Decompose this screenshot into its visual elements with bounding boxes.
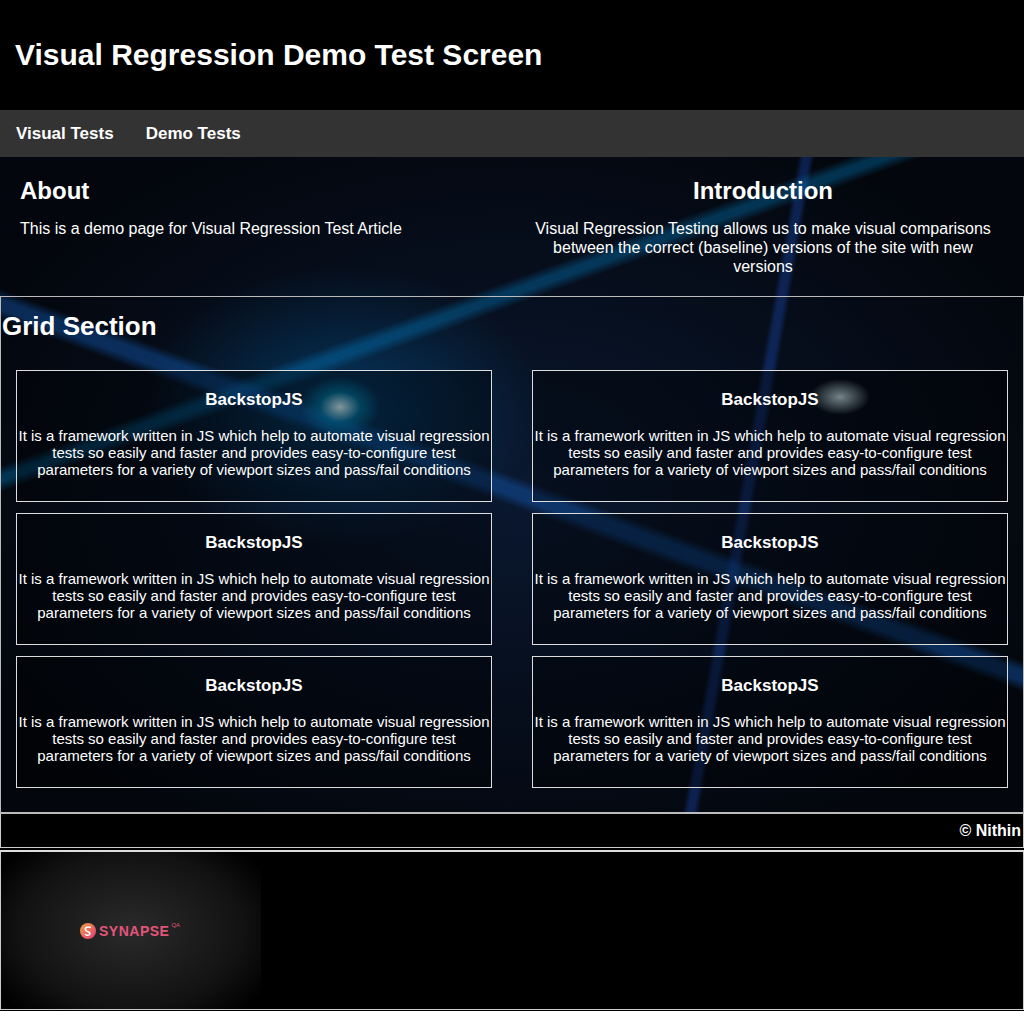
about-section: About This is a demo page for Visual Regr… [20,177,502,296]
card-text: It is a framework written in JS which he… [533,713,1007,764]
page-title: Visual Regression Demo Test Screen [15,38,542,72]
card-text: It is a framework written in JS which he… [17,713,491,764]
nav-bar: Visual Tests Demo Tests [0,110,1024,157]
card: BackstopJS It is a framework written in J… [16,656,492,788]
card-title: BackstopJS [533,532,1007,554]
card-text: It is a framework written in JS which he… [533,427,1007,478]
card: BackstopJS It is a framework written in J… [532,370,1008,502]
background-image: About This is a demo page for Visual Regr… [0,157,1024,814]
logo-suffix: QA [171,922,180,928]
card: BackstopJS It is a framework written in J… [532,656,1008,788]
info-row: About This is a demo page for Visual Regr… [0,157,1024,296]
introduction-title: Introduction [522,177,1004,205]
introduction-text: Visual Regression Testing allows us to m… [522,219,1004,276]
nav-item[interactable]: Visual Tests [16,124,114,144]
card-text: It is a framework written in JS which he… [533,570,1007,621]
card: BackstopJS It is a framework written in J… [532,513,1008,645]
card-title: BackstopJS [17,675,491,697]
card-grid: BackstopJS It is a framework written in J… [16,370,1008,788]
card: BackstopJS It is a framework written in J… [16,370,492,502]
bottom-panel: SYNAPSEQA [0,850,1024,1010]
card-title: BackstopJS [533,675,1007,697]
logo-name: SYNAPSE [99,923,169,939]
grid-section: Grid Section BackstopJS It is a framework … [0,296,1024,814]
grid-title: Grid Section [2,311,1008,342]
card-text: It is a framework written in JS which he… [17,427,491,478]
page: Visual Regression Demo Test Screen Visual… [0,0,1024,1011]
header: Visual Regression Demo Test Screen [0,0,1024,110]
logo-panel: SYNAPSEQA [1,852,261,1009]
synapse-logo[interactable]: SYNAPSEQA [79,922,180,940]
card-title: BackstopJS [17,532,491,554]
card-title: BackstopJS [533,389,1007,411]
copyright: © Nithin [959,822,1021,840]
card: BackstopJS It is a framework written in J… [16,513,492,645]
card-title: BackstopJS [17,389,491,411]
about-title: About [20,177,502,205]
introduction-section: Introduction Visual Regression Testing al… [522,177,1004,296]
card-text: It is a framework written in JS which he… [17,570,491,621]
about-text: This is a demo page for Visual Regressio… [20,219,502,238]
nav-item[interactable]: Demo Tests [146,124,241,144]
swirl-icon [79,922,97,940]
footer: © Nithin [0,814,1024,848]
